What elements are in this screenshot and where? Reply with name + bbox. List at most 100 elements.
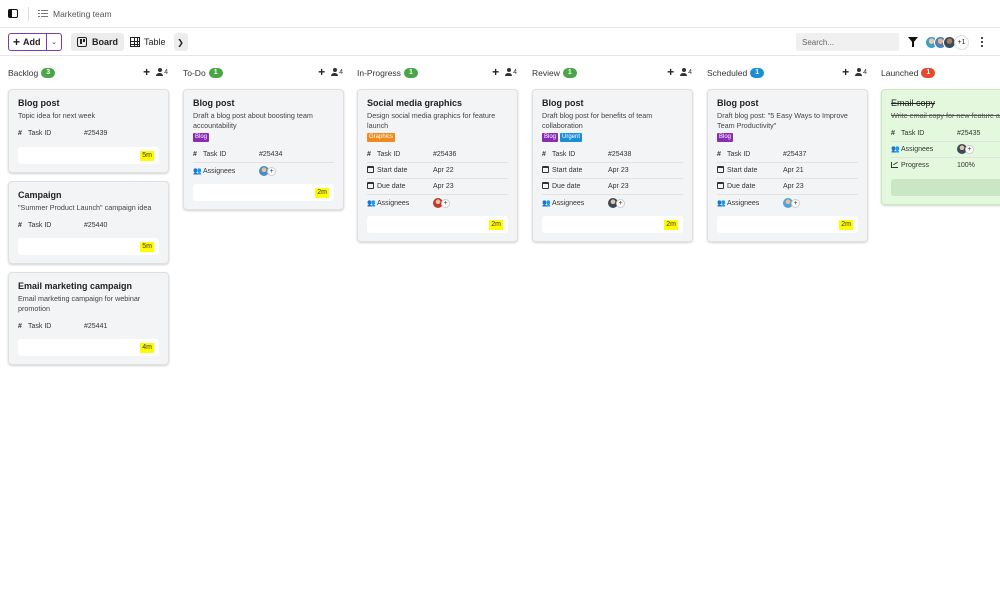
field-value: #25438 xyxy=(608,151,632,158)
field-value: #25439 xyxy=(84,130,108,137)
people-icon: 👥 xyxy=(193,168,202,175)
search-input[interactable] xyxy=(796,33,899,51)
field-label: Due date xyxy=(727,183,756,190)
view-chevron-down-icon[interactable]: ❯ xyxy=(173,33,188,51)
add-card-icon[interactable]: + xyxy=(842,66,849,78)
card-field-progress: Progress 100% xyxy=(891,158,1000,174)
sidebar-toggle-icon[interactable] xyxy=(8,9,18,18)
column-actions: + 4 xyxy=(143,66,168,78)
card-field-assignees: 👥 Assignees + xyxy=(193,163,334,179)
tag-graphics[interactable]: Graphics xyxy=(367,133,396,142)
add-dropdown-chevron-icon[interactable]: ⌄ xyxy=(47,38,61,46)
field-label: Task ID xyxy=(203,151,227,158)
person-icon xyxy=(855,68,863,76)
person-icon xyxy=(505,68,513,76)
field-value: Apr 23 xyxy=(608,167,629,174)
task-card[interactable]: Blog post Draft a blog post about boosti… xyxy=(183,89,344,210)
task-card[interactable]: Blog post Topic idea for next week # Tas… xyxy=(8,89,169,173)
card-field-date: Due date Apr 23 xyxy=(367,179,508,195)
hash-icon: # xyxy=(18,221,22,229)
filter-icon[interactable] xyxy=(908,37,918,47)
tag-list: Blog xyxy=(193,133,334,142)
field-label: Assignees xyxy=(901,145,934,153)
add-assignee-icon[interactable]: + xyxy=(616,198,625,208)
hash-icon: # xyxy=(18,130,22,137)
field-label: Assignees xyxy=(203,167,236,175)
assignee-avatars[interactable]: + xyxy=(259,166,334,176)
column-backlog: Backlog 3 + 4 Blog post Topic idea for n… xyxy=(0,56,175,606)
field-label: Task ID xyxy=(901,129,925,137)
field-label: Task ID xyxy=(28,130,52,137)
card-description: Topic idea for next week xyxy=(18,111,96,120)
card-field-id: # Task ID #25441 xyxy=(18,318,159,334)
time-tracker[interactable]: 2m xyxy=(717,216,858,233)
card-field-id: # Task ID #25439 xyxy=(18,126,159,142)
task-card[interactable]: Campaign "Summer Product Launch" campaig… xyxy=(8,180,169,264)
add-assignee-icon[interactable]: + xyxy=(441,198,450,208)
more-options-icon[interactable] xyxy=(981,37,984,47)
card-field-id: # Task ID #25436 xyxy=(367,147,508,163)
add-card-icon[interactable]: + xyxy=(143,66,150,78)
assignee-avatars[interactable]: + xyxy=(608,198,683,208)
view-switcher: Board Table ❯ xyxy=(71,33,188,51)
add-button[interactable]: + Add xyxy=(9,34,47,50)
add-assignee-icon[interactable]: + xyxy=(791,198,800,208)
field-value: #25435 xyxy=(957,129,981,137)
table-icon xyxy=(130,37,141,47)
tag-blog[interactable]: Blog xyxy=(193,133,210,142)
task-card[interactable]: Email copy Write email copy for new feat… xyxy=(881,89,1000,205)
card-description: Draft blog post for benefits of team col… xyxy=(542,111,653,130)
field-label: Assignees xyxy=(727,199,760,207)
card-title: Blog post xyxy=(193,98,235,108)
column-member-count: 4 xyxy=(863,68,867,76)
task-card[interactable]: Email marketing campaign Email marketing… xyxy=(8,272,169,365)
field-label: Task ID xyxy=(727,151,751,158)
field-value: Apr 21 xyxy=(783,167,804,174)
tag-list: Blog xyxy=(717,133,858,142)
board-view-button[interactable]: Board xyxy=(71,33,125,51)
calendar-icon xyxy=(367,166,377,175)
add-card-icon[interactable]: + xyxy=(318,66,325,78)
time-tracker[interactable]: 4m xyxy=(18,339,159,356)
task-card[interactable]: Blog post Draft blog post for benefits o… xyxy=(532,89,693,242)
task-card[interactable]: Blog post Draft blog post: "5 Easy Ways … xyxy=(707,89,868,242)
member-avatars[interactable]: +1 xyxy=(925,35,969,50)
column-member-count: 4 xyxy=(688,68,692,76)
field-label: Start date xyxy=(552,167,583,174)
time-tracker[interactable]: 2m xyxy=(193,184,334,201)
time-tracker[interactable]: 2m xyxy=(367,216,508,233)
add-assignee-icon[interactable]: + xyxy=(267,166,276,176)
card-description: Design social media graphics for feature… xyxy=(367,111,496,130)
tag-blog[interactable]: Blog xyxy=(542,133,559,142)
column-header: Scheduled 1 + 4 xyxy=(699,56,874,89)
time-badge: 4m xyxy=(140,343,154,353)
hash-icon: # xyxy=(542,151,546,158)
column-header: Review 1 + 4 xyxy=(524,56,699,89)
count-badge: 1 xyxy=(921,67,936,78)
card-field-date: Start date Apr 22 xyxy=(367,163,508,179)
card-field-id: # Task ID #25440 xyxy=(18,217,159,233)
time-tracker[interactable]: 5m xyxy=(18,238,159,255)
column-title: Scheduled xyxy=(707,67,748,78)
assignee-avatars[interactable]: + xyxy=(783,198,858,208)
add-assignee-icon[interactable]: + xyxy=(965,144,974,154)
column-actions: + 4 xyxy=(667,66,692,78)
time-tracker[interactable] xyxy=(891,178,1000,196)
card-fields: # Task ID #25439 xyxy=(18,126,159,142)
card-description: Draft blog post: "5 Easy Ways to Improve… xyxy=(717,111,848,130)
column-actions: + 4 xyxy=(318,66,343,78)
add-card-icon[interactable]: + xyxy=(667,66,674,78)
time-tracker[interactable]: 2m xyxy=(542,216,683,233)
tag-urgent[interactable]: Urgent xyxy=(560,133,583,142)
time-tracker[interactable]: 5m xyxy=(18,146,159,164)
assignee-avatars[interactable]: + xyxy=(957,144,1000,154)
field-value: #25437 xyxy=(783,151,807,158)
field-label: Due date xyxy=(377,183,406,190)
column-member-count: 4 xyxy=(513,68,517,76)
tag-blog[interactable]: Blog xyxy=(717,133,734,142)
table-view-button[interactable]: Table xyxy=(124,33,172,51)
add-card-icon[interactable]: + xyxy=(492,66,499,78)
calendar-icon xyxy=(542,182,552,191)
task-card[interactable]: Social media graphics Design social medi… xyxy=(357,89,518,242)
assignee-avatars[interactable]: + xyxy=(433,198,508,208)
